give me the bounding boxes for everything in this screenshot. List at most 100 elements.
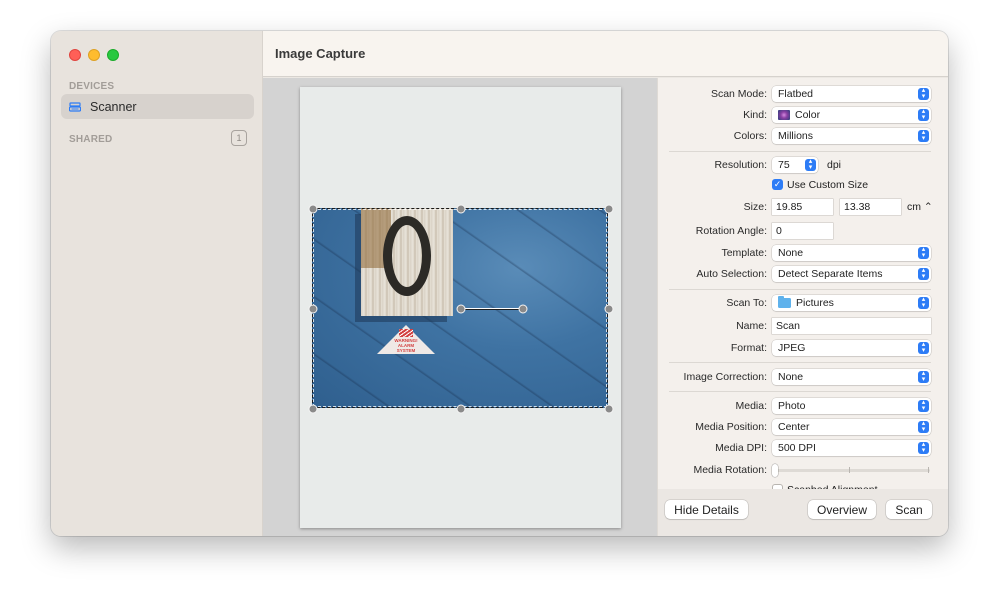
chevron-updown-icon: ▴ ▾: [918, 420, 929, 433]
image-capture-window: DEVICES Scanner SHARED 1 Image Capture W…: [51, 31, 948, 536]
title-bar: Image Capture: [263, 31, 948, 77]
rotation-angle-input[interactable]: 0: [772, 223, 833, 239]
image-correction-label: Image Correction:: [683, 371, 767, 383]
chevron-updown-icon: ▴ ▾: [918, 87, 929, 100]
resolution-value: 75: [778, 159, 790, 171]
hide-details-button[interactable]: Hide Details: [665, 500, 748, 519]
media-value: Photo: [778, 400, 806, 412]
chevron-updown-icon: ▴ ▾: [918, 108, 929, 121]
media-dpi-row: Media DPI: 500 DPI ▴ ▾: [658, 440, 948, 456]
size-unit-popup[interactable]: cm ⌃: [907, 201, 933, 213]
scan-mode-value: Flatbed: [778, 88, 814, 100]
format-popup[interactable]: JPEG ▴ ▾: [772, 340, 931, 356]
resolution-combobox[interactable]: 75 ▴ ▾: [772, 157, 818, 173]
size-height-input[interactable]: 13.38: [840, 199, 901, 215]
rotation-angle-row: Rotation Angle: 0: [658, 223, 948, 239]
overview-button[interactable]: Overview: [808, 500, 876, 519]
use-custom-size-label: Use Custom Size: [787, 179, 869, 191]
chevron-updown-icon: ▴ ▾: [918, 370, 929, 383]
scan-to-popup[interactable]: Pictures ▴ ▾: [772, 295, 931, 311]
resize-handle-left[interactable]: [308, 304, 318, 314]
image-correction-popup[interactable]: None ▴ ▾: [772, 369, 931, 385]
resize-handle-top-left[interactable]: [308, 204, 318, 214]
auto-selection-popup[interactable]: Detect Separate Items ▴ ▾: [772, 266, 931, 282]
zoom-button[interactable]: [107, 49, 119, 61]
kind-row: Kind: Color ▴ ▾: [658, 107, 948, 123]
use-custom-size-checkbox[interactable]: ✓: [772, 179, 783, 190]
size-width-input[interactable]: 19.85: [772, 199, 833, 215]
media-dpi-label: Media DPI:: [715, 442, 767, 454]
auto-selection-row: Auto Selection: Detect Separate Items ▴ ▾: [658, 266, 948, 282]
chevron-updown-icon: ▴ ▾: [918, 267, 929, 280]
image-correction-row: Image Correction: None ▴ ▾: [658, 369, 948, 385]
media-rotation-slider[interactable]: [772, 464, 930, 477]
format-row: Format: JPEG ▴ ▾: [658, 340, 948, 356]
scan-to-row: Scan To: Pictures ▴ ▾: [658, 295, 948, 311]
divider: [669, 151, 931, 152]
auto-selection-value: Detect Separate Items: [778, 268, 883, 280]
shared-section-header: SHARED: [69, 134, 113, 145]
window-title: Image Capture: [275, 46, 366, 61]
divider: [669, 362, 931, 363]
kind-value: Color: [795, 109, 821, 121]
rotation-center-handle[interactable]: [456, 304, 466, 314]
scanner-icon: [68, 101, 82, 112]
chevron-updown-icon: ▴ ▾: [805, 158, 816, 171]
resize-handle-top-right[interactable]: [604, 204, 614, 214]
resize-handle-right[interactable]: [604, 304, 614, 314]
resize-handle-bottom[interactable]: [456, 404, 466, 414]
chevron-updown-icon: ▴ ▾: [918, 341, 929, 354]
folder-icon: [778, 296, 791, 308]
sidebar-item-label: Scanner: [90, 99, 137, 114]
resize-handle-bottom-left[interactable]: [308, 404, 318, 414]
size-unit-value: cm: [907, 201, 921, 213]
colors-label: Colors:: [733, 130, 767, 142]
minimize-button[interactable]: [88, 49, 100, 61]
rotation-angle-label: Rotation Angle:: [695, 225, 767, 237]
media-position-row: Media Position: Center ▴ ▾: [658, 419, 948, 435]
chevron-updown-icon: ▴ ▾: [918, 246, 929, 259]
kind-popup[interactable]: Color ▴ ▾: [772, 107, 931, 123]
template-popup[interactable]: None ▴ ▾: [772, 245, 931, 261]
chevron-updown-icon: ▴ ▾: [918, 441, 929, 454]
colors-popup[interactable]: Millions ▴ ▾: [772, 128, 931, 144]
resize-handle-bottom-right[interactable]: [604, 404, 614, 414]
scan-to-value: Pictures: [796, 297, 834, 309]
name-row: Name: Scan: [658, 318, 948, 334]
scanbed-preview[interactable]: WARNING! ALARM SYSTEM: [300, 87, 621, 528]
size-row: Size: 19.85 13.38 cm ⌃: [658, 199, 948, 215]
sidebar-item-scanner[interactable]: Scanner: [61, 94, 254, 119]
colors-row: Colors: Millions ▴ ▾: [658, 128, 948, 144]
slider-tick: [928, 467, 929, 473]
selection-rectangle[interactable]: [308, 204, 614, 414]
colors-value: Millions: [778, 130, 814, 142]
chevron-updown-icon: ▴ ▾: [918, 129, 929, 142]
slider-tick: [849, 467, 850, 473]
size-label: Size:: [743, 201, 767, 213]
close-button[interactable]: [69, 49, 81, 61]
scan-mode-row: Scan Mode: Flatbed ▴ ▾: [658, 86, 948, 102]
media-rotation-row: Media Rotation:: [658, 462, 948, 478]
kind-label: Kind:: [743, 109, 767, 121]
rotation-handle[interactable]: [518, 304, 528, 314]
media-dpi-popup[interactable]: 500 DPI ▴ ▾: [772, 440, 931, 456]
media-position-popup[interactable]: Center ▴ ▾: [772, 419, 931, 435]
scan-to-label: Scan To:: [726, 297, 767, 309]
media-rotation-slider-knob[interactable]: [772, 464, 778, 477]
auto-selection-label: Auto Selection:: [696, 268, 767, 280]
scan-button[interactable]: Scan: [886, 500, 932, 519]
rotation-handle-line: [461, 308, 523, 310]
template-value: None: [778, 247, 804, 259]
resize-handle-top[interactable]: [456, 204, 466, 214]
format-value: JPEG: [778, 342, 806, 354]
bottom-toolbar: Hide Details Overview Scan: [657, 489, 948, 536]
media-popup[interactable]: Photo ▴ ▾: [772, 398, 931, 414]
media-label: Media:: [735, 400, 767, 412]
name-input[interactable]: Scan: [772, 318, 931, 334]
media-row: Media: Photo ▴ ▾: [658, 398, 948, 414]
image-correction-value: None: [778, 371, 804, 383]
media-dpi-value: 500 DPI: [778, 442, 816, 454]
devices-section-header: DEVICES: [69, 81, 115, 92]
scan-mode-popup[interactable]: Flatbed ▴ ▾: [772, 86, 931, 102]
chevron-updown-icon: ▴ ▾: [918, 399, 929, 412]
